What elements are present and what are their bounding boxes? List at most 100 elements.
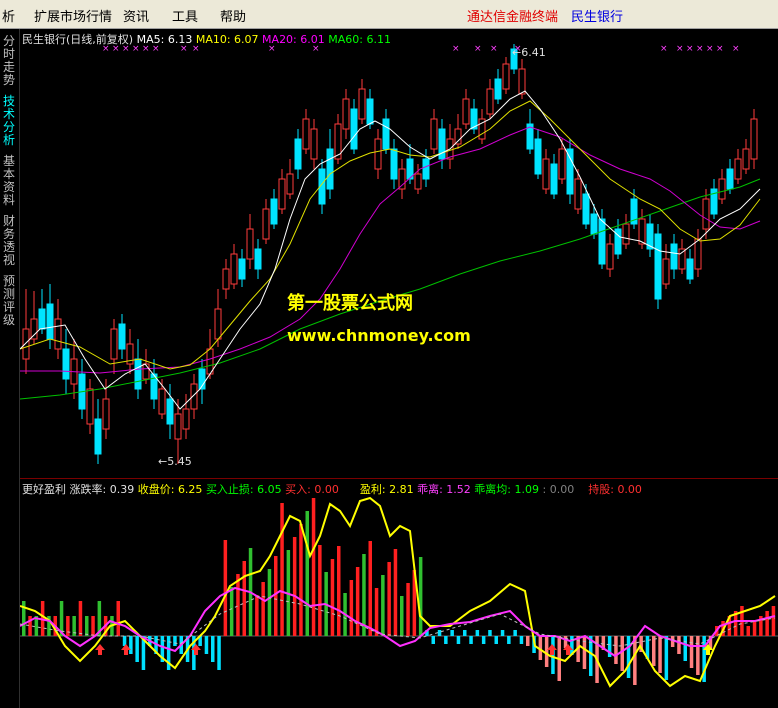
candle-body (302, 118, 310, 150)
candle-body (694, 238, 702, 270)
buy-value: 0.00 (314, 483, 339, 496)
signal-mark: × (660, 44, 668, 54)
tab-intraday[interactable]: 分时走势 (3, 35, 16, 87)
indicator-bar (299, 524, 303, 636)
indicator-bar (318, 545, 322, 636)
candle-body (414, 173, 422, 190)
indicator-bar (91, 616, 95, 636)
hold-label: 持股: (588, 483, 614, 496)
indicator-chart[interactable] (20, 496, 778, 708)
candle-body (686, 258, 694, 280)
indicator-bar (406, 583, 410, 636)
indicator-bar (135, 636, 139, 662)
candle-body (270, 198, 278, 225)
candle-body (494, 78, 502, 100)
candle-body (38, 308, 46, 330)
stop-value: 6.05 (257, 483, 282, 496)
candle-body (278, 178, 286, 210)
low-price-label: ←5.45 (158, 455, 192, 468)
candle-body (462, 98, 470, 125)
menu-analysis[interactable]: 析 (2, 6, 15, 25)
menu-news[interactable]: 资讯 (123, 6, 149, 25)
signal-mark: × (180, 44, 188, 54)
candle-body (350, 108, 358, 150)
signal-mark: × (132, 44, 140, 54)
panel-divider (20, 478, 778, 479)
candle-body (166, 398, 174, 425)
indicator-bar (488, 630, 492, 636)
candle-body (326, 148, 334, 190)
buy-arrow-icon (547, 644, 557, 655)
indicator-bar (204, 636, 209, 654)
tab-forecast[interactable]: 预测评级 (3, 275, 16, 327)
tab-financials[interactable]: 财务透视 (3, 215, 16, 267)
signal-mark: × (452, 44, 460, 54)
close-label: 收盘价: (137, 483, 175, 496)
candle-body (118, 323, 126, 350)
indicator-bar (223, 540, 228, 636)
indicator-bar (689, 636, 694, 668)
signal-mark: × (696, 44, 704, 54)
indicator-bar (368, 541, 372, 636)
high-price-label: ←6.41 (512, 46, 546, 59)
candle-body (670, 243, 678, 270)
indicator-bar (752, 621, 757, 636)
candle-body (254, 248, 262, 270)
candle-body (54, 318, 62, 350)
indicator-bar (255, 595, 259, 636)
candle-body (590, 213, 598, 235)
menu-ext-market[interactable]: 扩展市场行情 (34, 6, 112, 25)
indicator-bar (349, 580, 354, 636)
candle-body (742, 148, 750, 170)
indicator-bar (494, 636, 498, 644)
candle-body (110, 328, 118, 360)
candlestick-chart[interactable]: × × × × × × × × × × × × × × × × × × × × × (20, 29, 778, 477)
indicator-bar (526, 636, 530, 646)
profit-value: 2.81 (389, 483, 414, 496)
menu-bar: 析 扩展市场行情 资讯 工具 帮助 通达信金融终端 民生银行 (0, 0, 778, 29)
signal-mark: × (676, 44, 684, 54)
candle-body (486, 88, 494, 115)
indicator-bar (456, 636, 461, 644)
candle-body (374, 138, 382, 170)
candle-body (222, 268, 230, 290)
candle-body (518, 68, 526, 95)
sidebar: 分时走势 技术分析 基本资料 财务透视 预测评级 (0, 29, 20, 708)
candle-body (342, 98, 350, 130)
indicator-bar (620, 636, 624, 671)
candle-body (702, 198, 710, 230)
indicator-bar (507, 636, 511, 644)
deviation-value: 1.52 (446, 483, 471, 496)
signal-mark: × (142, 44, 150, 54)
indicator-bar (381, 575, 385, 636)
candle-body (134, 358, 142, 390)
candle-body (718, 178, 726, 200)
candle-body (502, 63, 510, 90)
menu-help[interactable]: 帮助 (220, 6, 246, 25)
signal-mark: × (732, 44, 740, 54)
candle-body (662, 258, 670, 285)
indicator-bar (274, 556, 278, 636)
close-value: 6.25 (177, 483, 203, 496)
tab-technical[interactable]: 技术分析 (3, 95, 16, 147)
stop-label: 买入止损: (205, 483, 254, 496)
menu-tools[interactable]: 工具 (172, 6, 198, 25)
indicator-bar (450, 630, 454, 636)
indicator-bar (746, 626, 750, 636)
indicator-bar (387, 562, 391, 636)
candle-body (454, 128, 462, 145)
tab-fundamentals[interactable]: 基本资料 (3, 155, 16, 207)
buy-label: 买入: (285, 483, 311, 496)
watermark-url: www.chnmoney.com (287, 326, 471, 345)
indicator-bar (66, 616, 70, 636)
signal-mark: × (268, 44, 276, 54)
candle-body (566, 148, 574, 195)
indicator-bar (337, 546, 341, 636)
indicator-bar (444, 636, 448, 644)
indicator-bar (242, 561, 246, 636)
signal-mark: × (474, 44, 482, 54)
indicator-bar (400, 596, 404, 636)
candle-body (430, 118, 438, 150)
indicator-bar (292, 537, 297, 636)
indicator-bar (261, 582, 265, 636)
